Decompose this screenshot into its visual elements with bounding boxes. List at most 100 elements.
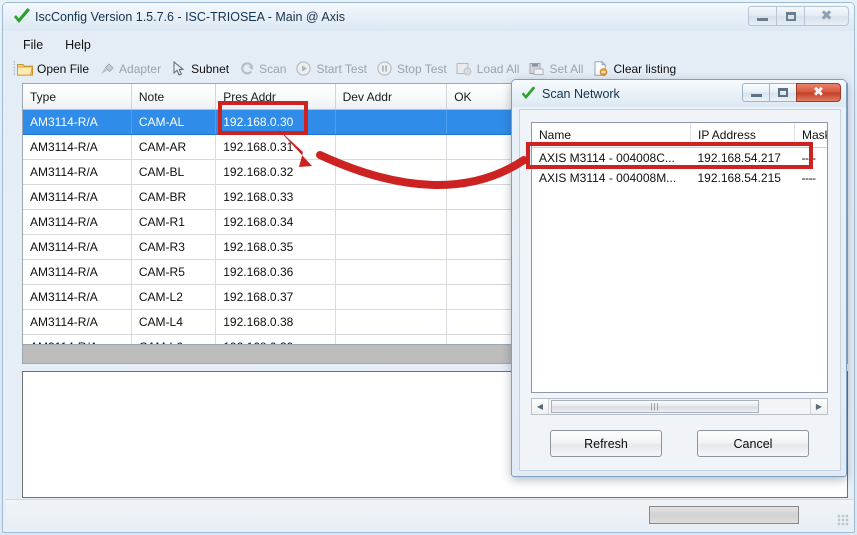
green-check-icon bbox=[520, 85, 538, 102]
scan-column-header-mask[interactable]: Mask bbox=[794, 123, 827, 148]
scan-dialog-minimize-button[interactable] bbox=[742, 83, 770, 102]
chevron-left-icon[interactable]: ◀ bbox=[532, 399, 549, 414]
close-button[interactable]: ✖ bbox=[804, 6, 849, 26]
main-title-bar: IscConfig Version 1.5.7.6 - ISC-TRIOSEA … bbox=[3, 3, 854, 31]
scan-dialog-title: Scan Network bbox=[542, 86, 620, 101]
maximize-button[interactable] bbox=[776, 6, 805, 26]
cell-dev-addr[interactable] bbox=[335, 134, 448, 160]
column-header-ok[interactable]: OK bbox=[446, 84, 516, 110]
cell-note: CAM-L6 bbox=[131, 334, 217, 344]
cell-dev-addr[interactable] bbox=[335, 234, 448, 260]
cell-note: CAM-R5 bbox=[131, 259, 217, 285]
cell-ok bbox=[446, 284, 516, 310]
cell-type: AM3114-R/A bbox=[23, 184, 132, 210]
cell-type: AM3114-R/A bbox=[23, 284, 132, 310]
status-progress-bar bbox=[649, 506, 799, 524]
menu-item-help[interactable]: Help bbox=[54, 35, 102, 55]
resize-grip-icon[interactable] bbox=[837, 514, 849, 526]
scan-list-horizontal-scrollbar[interactable]: ◀ ||| ▶ bbox=[531, 398, 828, 415]
cell-dev-addr[interactable] bbox=[335, 159, 448, 185]
close-icon: ✖ bbox=[813, 85, 824, 100]
scrollbar-thumb[interactable]: ||| bbox=[551, 400, 759, 413]
cell-type: AM3114-R/A bbox=[23, 109, 132, 135]
menu-item-file[interactable]: File bbox=[12, 35, 54, 55]
scan-cell-ip: 192.168.54.215 bbox=[697, 171, 781, 185]
cell-type: AM3114-R/A bbox=[23, 309, 132, 335]
scan-dialog-body: Name IP Address Mask AXIS M3114 - 004008… bbox=[519, 109, 841, 471]
minimize-icon bbox=[750, 94, 762, 97]
toolbar-label-load-all: Load All bbox=[476, 61, 520, 76]
toolbar-button-scan[interactable]: Scan bbox=[238, 61, 286, 77]
toolbar-button-adapter[interactable]: Adapter bbox=[98, 61, 161, 77]
column-header-pres-addr[interactable]: Pres Addr bbox=[215, 84, 336, 110]
cell-note: CAM-R1 bbox=[131, 209, 217, 235]
scan-table-header-row: Name IP Address Mask bbox=[532, 123, 827, 148]
toolbar-button-clear-listing[interactable]: Clear listing bbox=[592, 61, 676, 77]
cell-ok bbox=[446, 309, 516, 335]
scan-dialog-maximize-button[interactable] bbox=[769, 83, 797, 102]
refresh-button[interactable]: Refresh bbox=[550, 430, 662, 457]
maximize-icon bbox=[778, 88, 788, 97]
cell-note: CAM-BL bbox=[131, 159, 217, 185]
maximize-icon bbox=[785, 11, 796, 21]
chevron-right-icon[interactable]: ▶ bbox=[810, 399, 827, 414]
cell-dev-addr[interactable] bbox=[335, 334, 448, 344]
scan-dialog-close-button[interactable]: ✖ bbox=[796, 83, 841, 102]
cell-dev-addr[interactable] bbox=[335, 284, 448, 310]
cell-note: CAM-AR bbox=[131, 134, 217, 160]
scan-results-list[interactable]: Name IP Address Mask AXIS M3114 - 004008… bbox=[531, 122, 828, 393]
cell-pres-addr: 192.168.0.32 bbox=[215, 159, 336, 185]
toolbar-button-start-test[interactable]: Start Test bbox=[295, 61, 367, 77]
scan-results-table: Name IP Address Mask AXIS M3114 - 004008… bbox=[532, 123, 827, 188]
scan-column-header-ip[interactable]: IP Address bbox=[690, 123, 795, 148]
refresh-scan-icon bbox=[238, 61, 255, 77]
cell-type: AM3114-R/A bbox=[23, 259, 132, 285]
cell-pres-addr: 192.168.0.33 bbox=[215, 184, 336, 210]
cell-note: CAM-L4 bbox=[131, 309, 217, 335]
cell-note: CAM-AL bbox=[131, 109, 217, 135]
window-title: IscConfig Version 1.5.7.6 - ISC-TRIOSEA … bbox=[35, 10, 346, 24]
cell-dev-addr[interactable] bbox=[335, 184, 448, 210]
toolbar-button-load-all[interactable]: Load All bbox=[456, 61, 520, 77]
column-header-dev-addr[interactable]: Dev Addr bbox=[335, 84, 448, 110]
scrollbar-track[interactable]: ||| bbox=[549, 399, 810, 414]
scan-cell-ip: 192.168.54.217 bbox=[697, 151, 781, 165]
toolbar-button-stop-test[interactable]: Stop Test bbox=[376, 61, 447, 77]
toolbar-label-scan: Scan bbox=[259, 61, 287, 76]
toolbar-label-open-file: Open File bbox=[37, 61, 90, 76]
clear-listing-icon bbox=[592, 61, 609, 77]
toolbar-button-open-file[interactable]: Open File bbox=[16, 61, 89, 77]
cell-pres-addr: 192.168.0.30 bbox=[215, 109, 336, 135]
list-item[interactable]: AXIS M3114 - 004008C... 192.168.54.217 -… bbox=[532, 148, 827, 169]
cell-dev-addr[interactable] bbox=[335, 259, 448, 285]
scan-column-header-name[interactable]: Name bbox=[532, 123, 691, 148]
green-check-icon bbox=[12, 8, 32, 26]
cell-dev-addr[interactable] bbox=[335, 309, 448, 335]
close-icon: ✖ bbox=[820, 8, 833, 24]
cancel-button[interactable]: Cancel bbox=[697, 430, 809, 457]
column-header-note[interactable]: Note bbox=[131, 84, 217, 110]
column-header-type[interactable]: Type bbox=[23, 84, 132, 110]
cell-ok bbox=[446, 109, 516, 135]
cursor-arrow-icon bbox=[170, 61, 187, 77]
toolbar-label-set-all: Set All bbox=[549, 61, 584, 76]
cell-dev-addr[interactable] bbox=[335, 109, 448, 135]
cell-dev-addr[interactable] bbox=[335, 209, 448, 235]
cell-pres-addr: 192.168.0.31 bbox=[215, 134, 336, 160]
scan-network-dialog: Scan Network ✖ Name IP Address Mask AXIS… bbox=[511, 79, 847, 477]
cell-type: AM3114-R/A bbox=[23, 159, 132, 185]
cell-ok bbox=[446, 259, 516, 285]
toolbar-button-set-all[interactable]: Set All bbox=[528, 61, 583, 77]
minimize-button[interactable] bbox=[748, 6, 777, 26]
list-item[interactable]: AXIS M3114 - 004008M... 192.168.54.215 -… bbox=[532, 168, 827, 188]
scan-dialog-title-bar: Scan Network ✖ bbox=[512, 80, 846, 107]
toolbar-label-adapter: Adapter bbox=[119, 61, 162, 76]
toolbar-button-subnet[interactable]: Subnet bbox=[170, 61, 229, 77]
cell-ok bbox=[446, 234, 516, 260]
toolbar: Open File Adapter Subnet Scan Start Test… bbox=[12, 57, 854, 80]
cell-pres-addr: 192.168.0.37 bbox=[215, 284, 336, 310]
cell-pres-addr: 192.168.0.39 bbox=[215, 334, 336, 344]
folder-open-icon bbox=[16, 61, 33, 77]
cell-type: AM3114-R/A bbox=[23, 209, 132, 235]
scrollbar-grip-icon: ||| bbox=[650, 402, 660, 411]
